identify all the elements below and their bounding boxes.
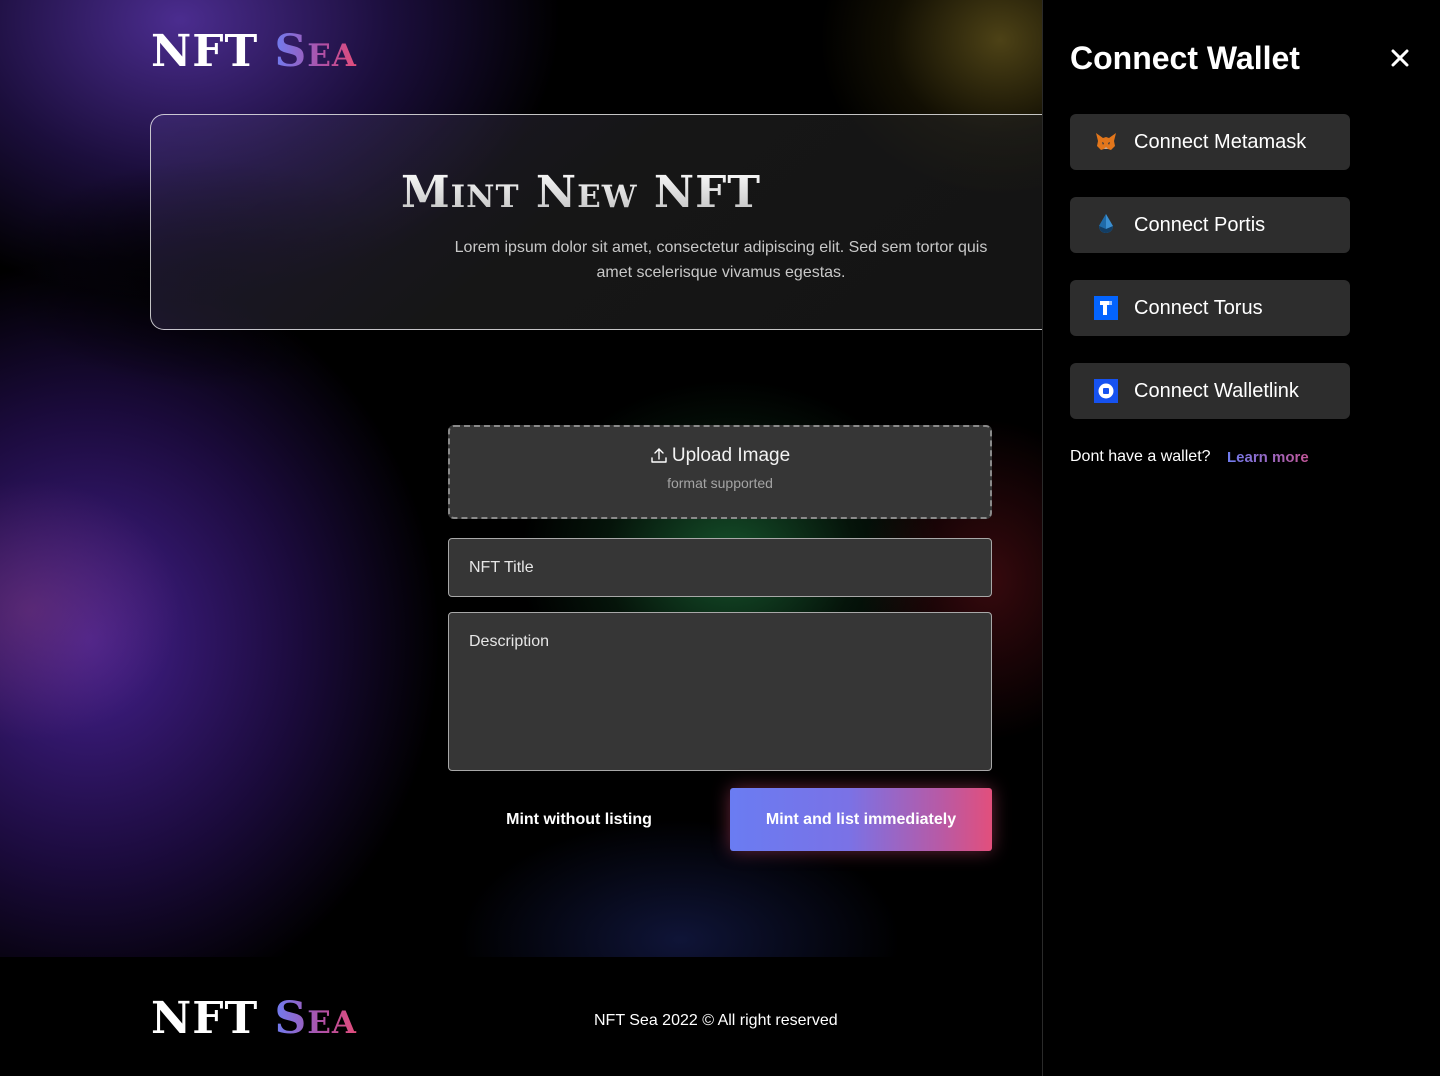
- page-title: Mint New NFT: [151, 167, 1069, 218]
- connect-torus-button[interactable]: Connect Torus: [1070, 280, 1350, 336]
- connect-metamask-button[interactable]: Connect Metamask: [1070, 114, 1350, 170]
- footer-logo[interactable]: NFT Sea: [151, 997, 357, 1041]
- wallet-option-label: Connect Metamask: [1134, 130, 1307, 153]
- logo-text-nft: NFT: [151, 993, 259, 1044]
- mint-page: NFT Sea Mint New NFT Lorem ipsum dolor s…: [0, 0, 1440, 1076]
- header-logo[interactable]: NFT Sea: [151, 30, 357, 74]
- upload-label: Upload Image: [671, 445, 791, 466]
- learn-more-link[interactable]: Learn more: [1227, 449, 1309, 466]
- description-input[interactable]: [448, 612, 992, 771]
- panel-title: Connect Wallet: [1070, 40, 1300, 76]
- connect-wallet-panel: Connect Wallet Connect Metamask Connect …: [1042, 0, 1440, 1076]
- connect-portis-button[interactable]: Connect Portis: [1070, 197, 1350, 253]
- wallet-option-label: Connect Walletlink: [1134, 379, 1299, 402]
- footer-copyright: NFT Sea 2022 © All right reserved: [594, 1012, 838, 1029]
- close-icon[interactable]: [1388, 46, 1412, 70]
- upload-icon: [651, 448, 667, 463]
- connect-walletlink-button[interactable]: Connect Walletlink: [1070, 363, 1350, 419]
- mint-and-list-button[interactable]: Mint and list immediately: [730, 788, 992, 851]
- wallet-option-label: Connect Torus: [1134, 296, 1263, 319]
- metamask-icon: [1094, 130, 1118, 154]
- logo-text-nft: NFT: [151, 26, 259, 77]
- logo-text-sea: Sea: [274, 993, 357, 1044]
- page-subtitle: Lorem ipsum dolor sit amet, consectetur …: [454, 239, 988, 281]
- hero-card: Mint New NFT Lorem ipsum dolor sit amet,…: [150, 114, 1070, 330]
- mint-without-listing-button[interactable]: Mint without listing: [448, 788, 710, 851]
- nft-title-input[interactable]: [448, 538, 992, 597]
- upload-image-dropzone[interactable]: Upload Image format supported: [448, 425, 992, 519]
- portis-icon: [1094, 213, 1118, 237]
- walletlink-icon: [1094, 379, 1118, 403]
- no-wallet-text: Dont have a wallet?: [1070, 448, 1211, 465]
- logo-text-sea: Sea: [274, 26, 357, 77]
- wallet-option-label: Connect Portis: [1134, 213, 1266, 236]
- upload-format-hint: format supported: [667, 475, 773, 491]
- torus-icon: [1094, 296, 1118, 320]
